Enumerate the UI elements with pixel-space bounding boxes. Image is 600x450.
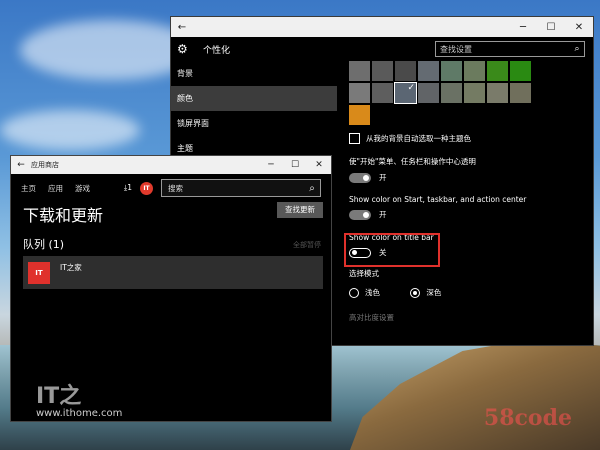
show-color-start-toggle[interactable] xyxy=(349,209,371,220)
start-transparent-row: 开 xyxy=(349,172,593,183)
gear-icon: ⚙ xyxy=(177,42,188,56)
color-swatch[interactable] xyxy=(441,83,462,103)
settings-search-input[interactable]: 查找设置 ⌕ xyxy=(435,41,585,57)
search-icon[interactable]: ⌕ xyxy=(304,183,320,194)
check-updates-button[interactable]: 查找更新 xyxy=(277,202,323,218)
downloads-button[interactable]: ⤓1 xyxy=(124,183,132,193)
show-color-start-value: 开 xyxy=(379,210,387,219)
start-transparent-label: 使"开始"菜单、任务栏和操作中心透明 xyxy=(349,157,476,166)
app-name: IT之家 xyxy=(60,263,82,272)
color-swatch[interactable] xyxy=(349,83,370,103)
show-color-start-label: Show color on Start, taskbar, and action… xyxy=(349,195,527,204)
sidebar-item-background[interactable]: 背景 xyxy=(171,61,337,86)
page-title: 下载和更新 xyxy=(23,206,104,225)
color-swatch[interactable] xyxy=(394,82,417,104)
radio-dark-label: 深色 xyxy=(426,288,442,297)
back-arrow-icon[interactable]: ← xyxy=(11,160,31,170)
color-swatch[interactable] xyxy=(349,61,370,81)
search-icon[interactable]: ⌕ xyxy=(570,44,584,54)
color-swatch[interactable] xyxy=(487,83,508,103)
store-titlebar: ← 应用商店 ─ ☐ ✕ xyxy=(11,156,331,174)
queue-heading: 队列 (1) xyxy=(23,238,65,251)
auto-pick-checkbox[interactable] xyxy=(349,133,360,144)
back-arrow-icon[interactable]: ← xyxy=(171,22,193,33)
start-transparent-toggle[interactable] xyxy=(349,172,371,183)
search-placeholder: 查找设置 xyxy=(440,44,472,54)
mode-radio-group: 浅色 深色 xyxy=(349,287,593,300)
settings-sidebar: 背景 颜色 锁屏界面 主题 xyxy=(171,61,337,161)
settings-titlebar: ← ─ ☐ ✕ xyxy=(171,17,593,37)
radio-light[interactable]: 浅色 xyxy=(349,287,380,298)
page-title: 个性化 xyxy=(203,45,231,56)
watermark-logo: IT之 xyxy=(36,384,82,409)
minimize-icon[interactable]: ─ xyxy=(509,22,537,33)
store-topbar: 主页 应用 游戏 ⤓1 IT 搜索 ⌕ xyxy=(11,174,331,202)
corner-watermark: 58code xyxy=(483,405,572,431)
maximize-icon[interactable]: ☐ xyxy=(537,22,565,33)
minimize-icon[interactable]: ─ xyxy=(259,160,283,170)
nav-apps[interactable]: 应用 xyxy=(48,183,63,194)
store-search-input[interactable]: 搜索 ⌕ xyxy=(161,179,321,197)
avatar[interactable]: IT xyxy=(140,181,153,195)
color-swatch[interactable] xyxy=(395,61,416,81)
colors-panel: 从我的背景自动选取一种主题色 使"开始"菜单、任务栏和操作中心透明 开 Show… xyxy=(344,61,593,345)
color-swatch[interactable] xyxy=(487,61,508,81)
list-item[interactable]: IT IT之家 xyxy=(23,256,323,289)
sidebar-item-colors[interactable]: 颜色 xyxy=(171,86,337,111)
maximize-icon[interactable]: ☐ xyxy=(283,160,307,170)
auto-pick-checkbox-row[interactable]: 从我的背景自动选取一种主题色 xyxy=(349,133,593,144)
show-color-start-row: 开 xyxy=(349,209,593,220)
pause-all-link[interactable]: 全部暂停 xyxy=(293,240,321,250)
radio-dark[interactable]: 深色 xyxy=(410,287,441,298)
radio-light-label: 浅色 xyxy=(365,288,380,297)
highlight-box xyxy=(344,233,440,267)
color-swatch[interactable] xyxy=(441,61,462,81)
search-placeholder: 搜索 xyxy=(168,183,183,193)
color-swatch[interactable] xyxy=(418,83,439,103)
nav-games[interactable]: 游戏 xyxy=(75,183,90,194)
watermark-url: www.ithome.com xyxy=(36,408,123,419)
close-icon[interactable]: ✕ xyxy=(307,160,331,170)
cloud xyxy=(0,110,140,150)
close-icon[interactable]: ✕ xyxy=(565,22,593,33)
start-transparent-value: 开 xyxy=(379,173,387,182)
settings-header: ⚙ 个性化 查找设置 ⌕ xyxy=(171,37,593,61)
color-swatch[interactable] xyxy=(510,83,531,103)
mode-label: 选择模式 xyxy=(349,269,379,278)
auto-pick-label: 从我的背景自动选取一种主题色 xyxy=(366,134,471,143)
app-icon: IT xyxy=(28,261,50,284)
sidebar-item-lock-screen[interactable]: 锁屏界面 xyxy=(171,111,337,136)
color-swatch[interactable] xyxy=(464,83,485,103)
accent-color-grid xyxy=(349,61,593,125)
high-contrast-link[interactable]: 高对比度设置 xyxy=(349,312,593,323)
store-window-title: 应用商店 xyxy=(31,161,59,169)
color-swatch[interactable] xyxy=(372,61,393,81)
color-swatch[interactable] xyxy=(349,105,370,125)
download-count: 1 xyxy=(127,183,132,192)
nav-home[interactable]: 主页 xyxy=(21,183,36,194)
color-swatch[interactable] xyxy=(372,83,393,103)
color-swatch[interactable] xyxy=(510,61,531,81)
color-swatch[interactable] xyxy=(464,61,485,81)
color-swatch[interactable] xyxy=(418,61,439,81)
